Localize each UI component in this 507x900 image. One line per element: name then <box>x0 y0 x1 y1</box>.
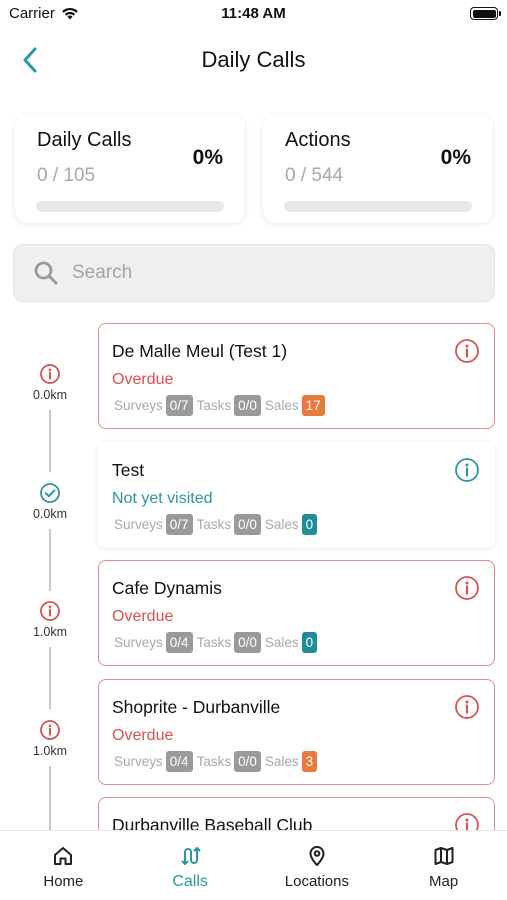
call-status: Overdue <box>112 371 174 388</box>
sales-label: Sales <box>264 754 299 769</box>
stat-title: Actions <box>285 129 351 151</box>
distance-label: 1.0km <box>32 625 68 639</box>
surveys-label: Surveys <box>114 635 163 650</box>
tasks-badge: 0/0 <box>234 632 261 653</box>
tasks-badge: 0/0 <box>234 751 261 772</box>
tasks-badge: 0/0 <box>234 395 261 416</box>
battery-icon <box>470 7 501 20</box>
progress-bar <box>36 201 224 212</box>
tab-home[interactable]: Home <box>0 831 127 900</box>
call-card[interactable]: Shoprite - Durbanville Overdue Surveys 0… <box>98 679 495 785</box>
call-card[interactable]: De Malle Meul (Test 1) Overdue Surveys 0… <box>98 323 495 429</box>
surveys-label: Surveys <box>114 754 163 769</box>
sales-label: Sales <box>264 398 299 413</box>
sales-badge: 0 <box>301 632 318 653</box>
info-icon[interactable] <box>454 575 480 601</box>
check-circle-icon <box>40 483 60 503</box>
timeline-connector <box>49 529 51 591</box>
sales-badge: 3 <box>301 751 318 772</box>
call-metrics: Surveys 0/4 Tasks 0/0 Sales 3 <box>114 751 321 772</box>
timeline-connector <box>49 410 51 472</box>
tab-label: Calls <box>172 873 208 890</box>
tab-locations[interactable]: Locations <box>254 831 381 900</box>
header: Daily Calls <box>0 38 507 82</box>
timeline-connector <box>49 647 51 709</box>
surveys-badge: 0/4 <box>165 632 193 653</box>
progress-bar <box>284 201 472 212</box>
call-name: Cafe Dynamis <box>112 578 222 598</box>
map-icon <box>434 847 454 865</box>
stat-title: Daily Calls <box>37 129 132 151</box>
stat-percent: 0% <box>440 146 471 169</box>
clock: 11:48 AM <box>221 5 286 22</box>
distance-label: 0.0km <box>32 507 68 521</box>
tab-calls[interactable]: Calls <box>127 831 254 900</box>
tab-label: Locations <box>284 873 349 890</box>
search-icon <box>32 259 60 287</box>
route-icon <box>181 847 201 865</box>
daily-calls-card: Daily Calls 0 / 105 0% <box>15 115 245 223</box>
timeline-node: 1.0km <box>20 719 80 758</box>
call-status: Overdue <box>112 608 174 625</box>
tasks-label: Tasks <box>196 517 232 532</box>
tab-label: Home <box>43 873 84 890</box>
sales-badge: 17 <box>301 395 325 416</box>
stat-percent: 0% <box>192 146 223 169</box>
search-box[interactable] <box>13 244 495 302</box>
search-input[interactable] <box>72 262 452 284</box>
timeline-node: 0.0km <box>20 482 80 521</box>
actions-card: Actions 0 / 544 0% <box>263 115 493 223</box>
alert-circle-icon <box>40 720 60 740</box>
distance-label: 1.0km <box>32 744 68 758</box>
surveys-label: Surveys <box>114 398 163 413</box>
call-metrics: Surveys 0/7 Tasks 0/0 Sales 17 <box>114 395 329 416</box>
distance-label: 0.0km <box>32 388 68 402</box>
tasks-badge: 0/0 <box>234 514 261 535</box>
surveys-badge: 0/4 <box>165 751 193 772</box>
call-card[interactable]: Test Not yet visited Surveys 0/7 Tasks 0… <box>98 442 495 548</box>
alert-circle-icon <box>40 601 60 621</box>
timeline-connector <box>49 766 51 830</box>
sales-label: Sales <box>264 635 299 650</box>
call-metrics: Surveys 0/4 Tasks 0/0 Sales 0 <box>114 632 321 653</box>
stat-value: 0 / 544 <box>285 165 344 186</box>
page-title: Daily Calls <box>201 47 306 72</box>
tab-label: Map <box>429 873 459 890</box>
tab-map[interactable]: Map <box>380 831 507 900</box>
stat-value: 0 / 105 <box>37 165 96 186</box>
call-name: Test <box>112 460 145 480</box>
surveys-label: Surveys <box>114 517 163 532</box>
status-bar: Carrier 11:48 AM <box>0 0 507 28</box>
home-icon <box>54 847 73 865</box>
timeline-node: 0.0km <box>20 363 80 402</box>
call-status: Overdue <box>112 727 174 744</box>
call-status: Not yet visited <box>112 490 213 507</box>
tasks-label: Tasks <box>196 398 232 413</box>
call-metrics: Surveys 0/7 Tasks 0/0 Sales 0 <box>114 514 321 535</box>
timeline-node: 1.0km <box>20 600 80 639</box>
sales-badge: 0 <box>301 514 318 535</box>
call-name: De Malle Meul (Test 1) <box>112 341 288 361</box>
surveys-badge: 0/7 <box>165 395 193 416</box>
info-icon[interactable] <box>454 457 480 483</box>
info-icon[interactable] <box>454 694 480 720</box>
call-card[interactable]: Cafe Dynamis Overdue Surveys 0/4 Tasks 0… <box>98 560 495 666</box>
info-icon[interactable] <box>454 338 480 364</box>
call-name: Shoprite - Durbanville <box>112 697 281 717</box>
surveys-badge: 0/7 <box>165 514 193 535</box>
tasks-label: Tasks <box>196 754 232 769</box>
map-pin-icon <box>309 846 325 866</box>
sales-label: Sales <box>264 517 299 532</box>
tab-bar: Home Calls Locations Map <box>0 830 507 900</box>
tasks-label: Tasks <box>196 635 232 650</box>
alert-circle-icon <box>40 364 60 384</box>
